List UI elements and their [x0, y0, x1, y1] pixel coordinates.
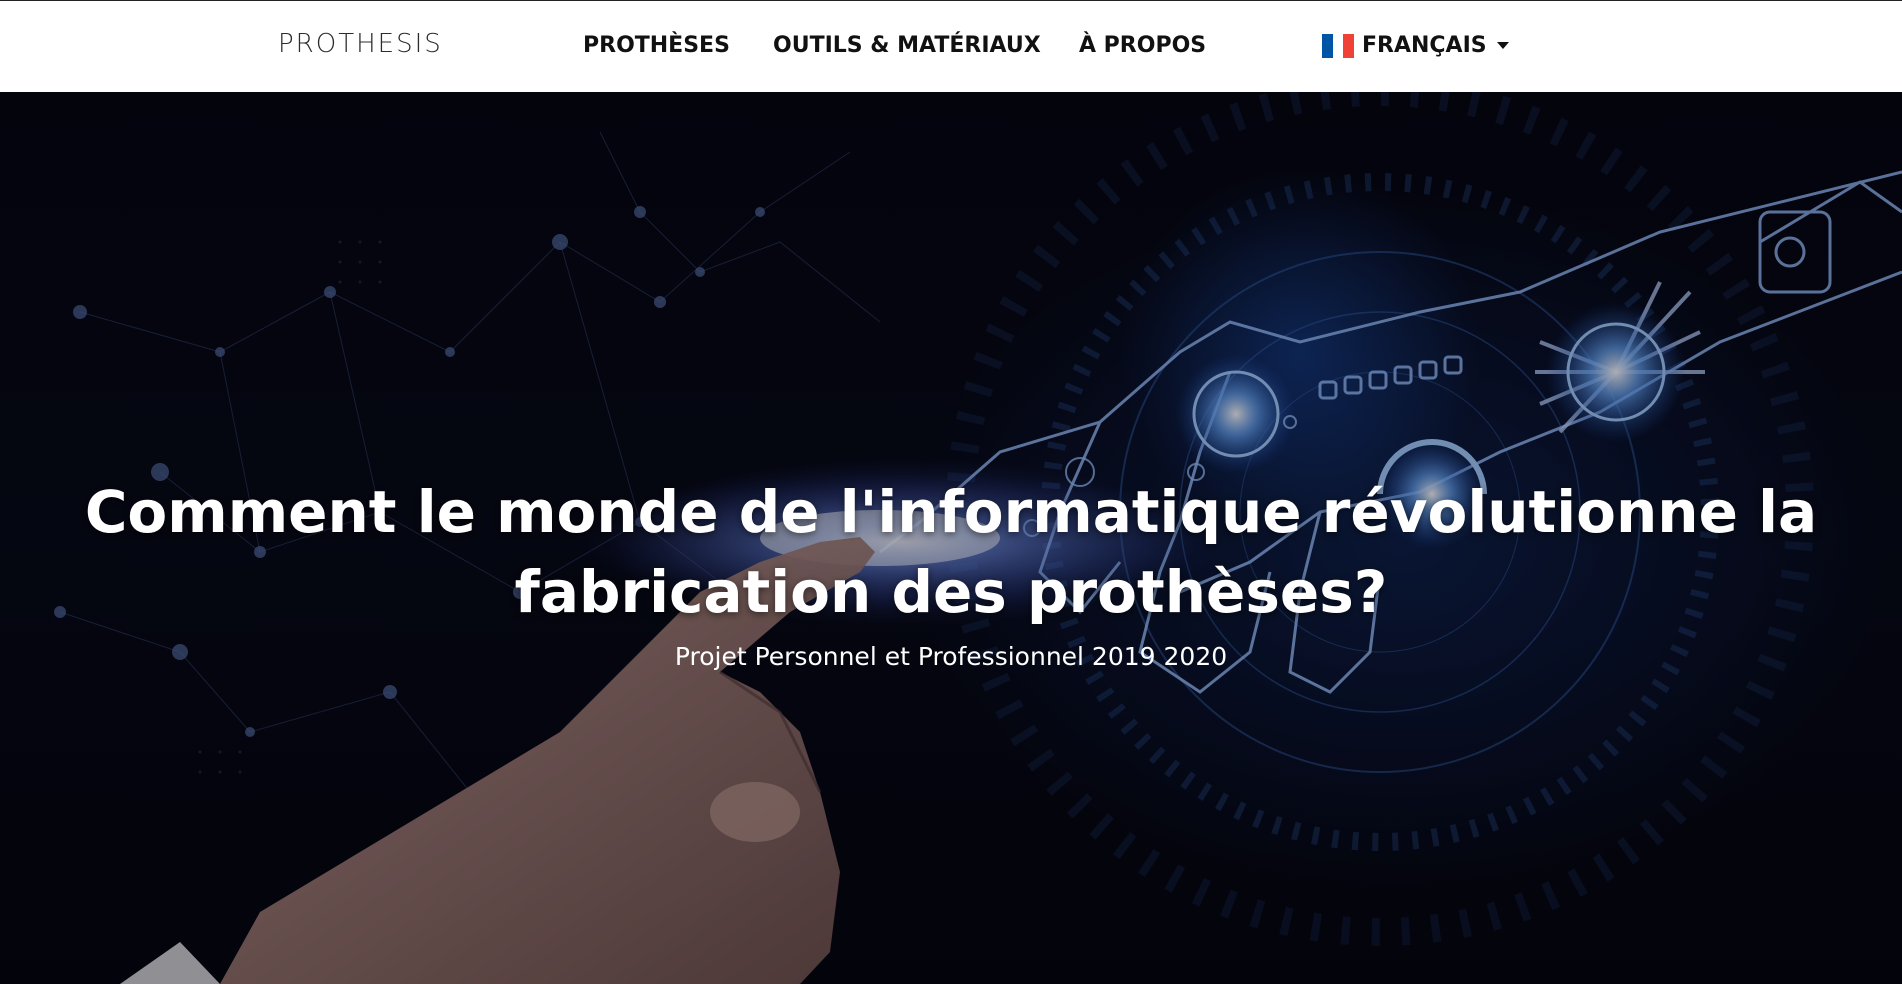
language-label: FRANÇAIS [1362, 33, 1487, 58]
france-flag-icon [1322, 33, 1354, 58]
nav-link-protheses[interactable]: PROTHÈSES [583, 33, 730, 58]
flag-stripe-white [1332, 33, 1344, 58]
hero-title-line-2: fabrication des prothèses? [514, 558, 1388, 626]
page: PROTHESIS PROTHÈSES OUTILS & MATÉRIAUX À… [0, 0, 1902, 984]
flag-stripe-red [1343, 33, 1354, 58]
hero-title-line-1: Comment le monde de l'informatique révol… [84, 478, 1818, 546]
hero-subtitle: Projet Personnel et Professionnel 2019 2… [674, 642, 1228, 671]
language-dropdown[interactable]: FRANÇAIS [1322, 33, 1509, 58]
caret-down-icon [1496, 42, 1509, 49]
hero-banner: Comment le monde de l'informatique révol… [0, 92, 1902, 984]
site-logo[interactable]: PROTHESIS [278, 29, 443, 59]
nav-link-outils-materiaux[interactable]: OUTILS & MATÉRIAUX [773, 33, 1041, 58]
flag-stripe-blue [1322, 33, 1333, 58]
hero-title: Comment le monde de l'informatique révol… [0, 472, 1902, 632]
top-navbar: PROTHESIS PROTHÈSES OUTILS & MATÉRIAUX À… [0, 0, 1902, 92]
nav-link-a-propos[interactable]: À PROPOS [1079, 33, 1206, 58]
